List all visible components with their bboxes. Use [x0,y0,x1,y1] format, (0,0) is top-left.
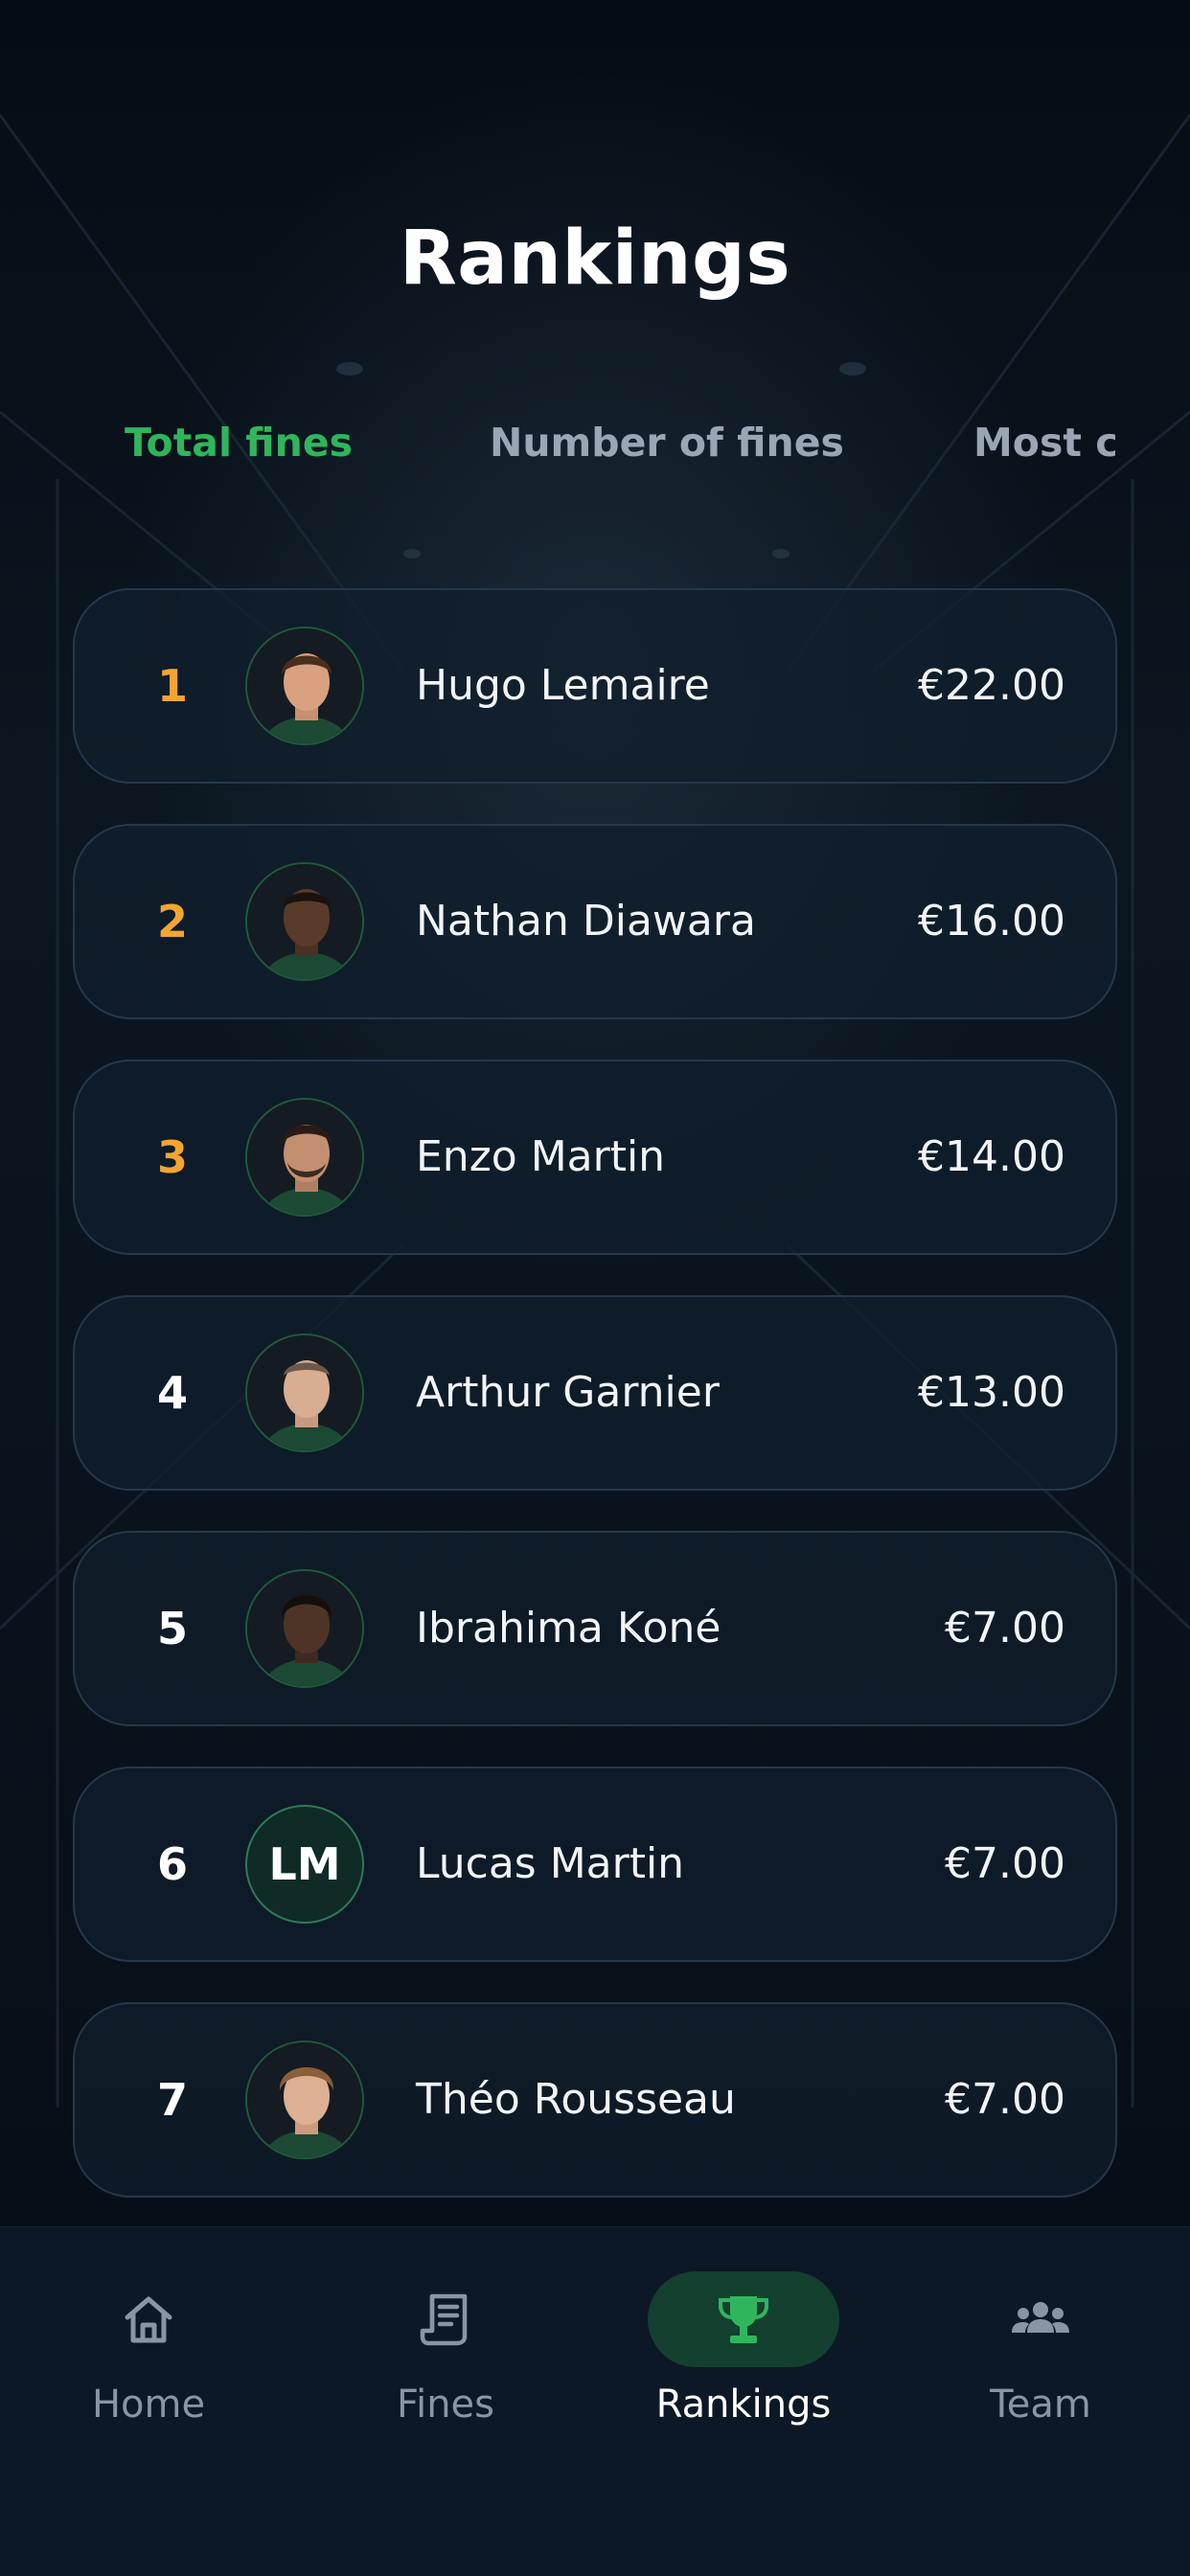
rank-number: 5 [156,1603,188,1654]
fine-amount: €16.00 [918,897,1065,946]
nav-rankings[interactable]: Rankings [595,2227,892,2457]
fine-amount: €14.00 [918,1132,1065,1181]
avatar [245,2040,364,2159]
rank-number: 7 [156,2074,188,2126]
nav-home[interactable]: Home [0,2227,297,2457]
rank-number: 6 [156,1838,188,1890]
ranking-row[interactable]: 2 Nathan Diawara €16.00 [73,824,1117,1019]
avatar [245,1334,364,1452]
player-name: Ibrahima Koné [416,1604,721,1653]
rankings-list: 1 Hugo Lemaire €22.00 2 Nathan Diawara €… [73,588,1117,2238]
player-name: Lucas Martin [416,1839,685,1888]
page-title: Rankings [399,216,791,302]
avatar [245,1098,364,1217]
nav-fines[interactable]: Fines [297,2227,594,2457]
player-name: Hugo Lemaire [416,661,710,710]
avatar [245,862,364,981]
tab-number-of-fines[interactable]: Number of fines [490,420,844,466]
fine-amount: €7.00 [945,1604,1065,1653]
ranking-row[interactable]: 5 Ibrahima Koné €7.00 [73,1531,1117,1726]
ranking-tabs: Total fines Number of fines Most c [0,420,1190,477]
fine-amount: €7.00 [945,2075,1065,2124]
ranking-row[interactable]: 4 Arthur Garnier €13.00 [73,1295,1117,1491]
bottom-nav: Home Fines Rankings Team [0,2226,1190,2576]
avatar [245,1569,364,1688]
avatar [245,627,364,745]
avatar-initials: LM [245,1805,364,1924]
ranking-row[interactable]: 3 Enzo Martin €14.00 [73,1060,1117,1255]
fine-amount: €13.00 [918,1368,1065,1417]
nav-team[interactable]: Team [892,2227,1189,2457]
team-icon [1012,2302,1069,2333]
rank-number: 1 [156,660,188,712]
player-name: Enzo Martin [416,1132,666,1181]
receipt-icon [420,2293,468,2346]
trophy-icon [719,2296,768,2343]
rank-number: 3 [156,1131,188,1183]
home-icon [125,2296,172,2343]
tab-total-fines[interactable]: Total fines [125,420,353,466]
nav-team-label: Team [990,2382,1091,2427]
ranking-row[interactable]: 7 Théo Rousseau €7.00 [73,2002,1117,2198]
player-name: Nathan Diawara [416,897,756,946]
rank-number: 2 [156,896,188,947]
player-name: Arthur Garnier [416,1368,720,1417]
nav-fines-label: Fines [396,2382,494,2427]
fine-amount: €7.00 [945,1839,1065,1888]
nav-home-label: Home [91,2382,206,2427]
nav-rankings-label: Rankings [655,2382,832,2427]
player-name: Théo Rousseau [416,2075,736,2124]
rank-number: 4 [156,1367,188,1419]
tab-most[interactable]: Most c [973,420,1115,466]
fine-amount: €22.00 [918,661,1065,710]
ranking-row[interactable]: 1 Hugo Lemaire €22.00 [73,588,1117,784]
ranking-row[interactable]: 6 LM Lucas Martin €7.00 [73,1767,1117,1962]
